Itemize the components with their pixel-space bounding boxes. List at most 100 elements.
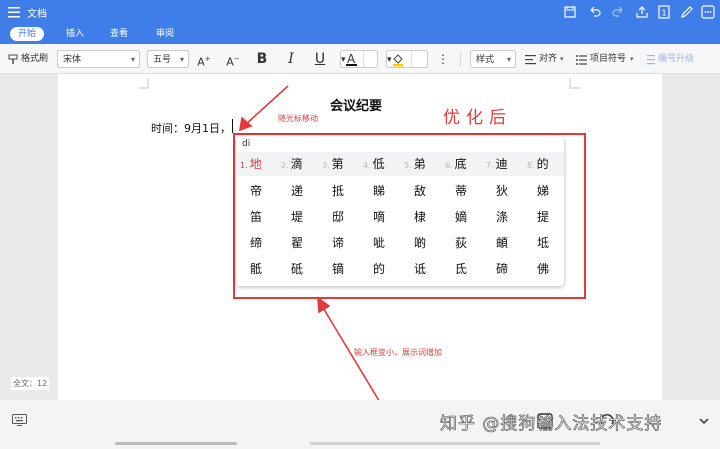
styles-select[interactable]: 样式 ▾ <box>470 50 516 68</box>
candidate-char[interactable]: 涤 <box>496 208 526 226</box>
candidate-char[interactable]: 骶 <box>250 260 280 278</box>
candidate-char[interactable]: 敌 <box>414 182 444 200</box>
more-options-icon[interactable]: ⋮ <box>434 50 452 68</box>
candidate-char[interactable]: 啲 <box>414 234 444 252</box>
collapse-icon[interactable] <box>697 414 711 428</box>
highlight-select[interactable]: ▾ <box>386 50 428 68</box>
shrink-font-button[interactable]: A− <box>224 50 242 69</box>
title-bar: 文档 1 <box>0 0 720 24</box>
app-title: 文档 <box>27 9 47 20</box>
candidate-1[interactable]: 1. 地 <box>240 155 278 173</box>
candidate-8[interactable]: 8. 的 <box>527 155 565 173</box>
candidate-char[interactable]: 呲 <box>373 234 403 252</box>
annotation-follow-cursor: 随光标移动 <box>278 114 318 123</box>
underline-button[interactable]: U <box>311 50 329 68</box>
font-select[interactable]: 宋体 ▾ <box>57 50 140 68</box>
candidate-char[interactable]: 荻 <box>455 234 485 252</box>
edit-icon[interactable] <box>679 4 695 20</box>
candidate-char[interactable]: 嫡 <box>455 208 485 226</box>
candidate-4[interactable]: 4. 低 <box>363 155 401 173</box>
highlight-icon <box>393 54 403 67</box>
candidate-char[interactable]: 堤 <box>291 208 321 226</box>
candidate-3[interactable]: 3. 第 <box>322 155 360 173</box>
candidate-char[interactable]: 邸 <box>332 208 362 226</box>
indent-button[interactable]: 编号升级 <box>658 50 694 68</box>
candidate-char[interactable]: 坻 <box>537 234 567 252</box>
candidate-char[interactable]: 碲 <box>496 260 526 278</box>
ime-candidate-panel: di 1. 地 2. 滴 3. 第 4. 低 5. 弟 6. 底 7. 迪 8. 的帝递抵睇敌蒂狄娣笛堤邸嘀棣… <box>236 136 564 286</box>
candidate-index: 7. <box>486 161 494 170</box>
candidate-char: 地 <box>249 157 262 171</box>
ribbon-tabs: 开始 插入 查看 审阅 <box>0 24 720 44</box>
candidate-char[interactable]: 缔 <box>250 234 280 252</box>
chevron-down-icon: ▾ <box>179 55 184 64</box>
candidate-char: 滴 <box>290 157 303 171</box>
candidate-char[interactable]: 镝 <box>332 260 362 278</box>
font-size-select[interactable]: 五号 ▾ <box>147 50 189 68</box>
candidate-char[interactable]: 頔 <box>496 234 526 252</box>
share-icon[interactable] <box>634 4 650 20</box>
bullets-button[interactable]: 项目符号 <box>590 50 626 68</box>
candidate-char[interactable]: 娣 <box>537 182 567 200</box>
candidate-char[interactable]: 氐 <box>455 260 485 278</box>
grow-font-button[interactable]: A+ <box>195 50 213 69</box>
formatting-toolbar: 格式刷 宋体 ▾ 五号 ▾ A+ A− B I U A ▾ ▾ ⋮ 样式 ▾ 对… <box>0 44 720 74</box>
document-title[interactable]: 会议纪要 <box>330 95 382 114</box>
text-cursor <box>232 119 233 133</box>
chevron-down-icon: ▾ <box>630 55 634 63</box>
candidate-char[interactable]: 蒂 <box>455 182 485 200</box>
font-value: 宋体 <box>63 55 82 65</box>
align-button[interactable]: 对齐 <box>539 50 557 68</box>
italic-button[interactable]: I <box>282 50 300 68</box>
tab-review[interactable]: 审阅 <box>156 27 174 41</box>
candidate-char[interactable]: 帝 <box>250 182 280 200</box>
chevron-down-icon: ▾ <box>506 55 511 64</box>
candidate-char[interactable]: 递 <box>291 182 321 200</box>
candidate-index: 8. <box>527 161 535 170</box>
candidate-char[interactable]: 睇 <box>373 182 403 200</box>
candidate-char[interactable]: 提 <box>537 208 567 226</box>
candidate-6[interactable]: 6. 底 <box>445 155 483 173</box>
redo-icon[interactable] <box>610 4 626 20</box>
candidate-char: 迪 <box>495 157 508 171</box>
candidate-char[interactable]: 诋 <box>414 260 444 278</box>
margin-mark-left <box>138 78 149 89</box>
more-icon[interactable] <box>700 4 716 20</box>
keyboard-icon[interactable] <box>12 414 27 426</box>
candidate-char[interactable]: 佛 <box>537 260 567 278</box>
candidate-char[interactable]: 砥 <box>291 260 321 278</box>
format-painter-icon <box>8 54 18 64</box>
scroll-indicator <box>310 442 600 445</box>
candidate-char: 底 <box>454 157 467 171</box>
candidate-index: 1. <box>240 161 248 170</box>
tab-home[interactable]: 开始 <box>10 27 45 41</box>
font-color-swatch <box>346 64 357 66</box>
watermark-text: 知乎 @搜狗输入法技术支持 <box>440 414 663 435</box>
candidate-char[interactable]: 笛 <box>250 208 280 226</box>
bullet-list-icon <box>576 55 587 65</box>
document-time-line[interactable]: 时间：9月1日， <box>151 120 231 136</box>
bold-button[interactable]: B <box>253 50 271 68</box>
candidate-7[interactable]: 7. 迪 <box>486 155 524 173</box>
candidate-char[interactable]: 棣 <box>414 208 444 226</box>
undo-icon[interactable] <box>587 4 603 20</box>
candidate-char[interactable]: 的 <box>373 260 403 278</box>
format-painter-button[interactable]: 格式刷 <box>21 50 48 68</box>
candidate-5[interactable]: 5. 弟 <box>404 155 442 173</box>
word-count: 全文：12 <box>11 377 50 390</box>
candidate-char[interactable]: 狄 <box>496 182 526 200</box>
styles-label: 样式 <box>476 55 495 65</box>
menu-icon[interactable] <box>8 4 22 20</box>
candidate-char[interactable]: 嘀 <box>373 208 403 226</box>
candidate-2[interactable]: 2. 滴 <box>281 155 319 173</box>
candidate-char: 的 <box>536 157 549 171</box>
font-color-select[interactable]: A ▾ <box>340 50 378 68</box>
candidate-index: 3. <box>322 161 330 170</box>
page-count-icon[interactable]: 1 <box>656 4 672 20</box>
candidate-char[interactable]: 翟 <box>291 234 321 252</box>
save-icon[interactable] <box>562 4 578 20</box>
tab-insert[interactable]: 插入 <box>66 27 84 41</box>
candidate-char[interactable]: 抵 <box>332 182 362 200</box>
tab-view[interactable]: 查看 <box>110 27 128 41</box>
candidate-char[interactable]: 谛 <box>332 234 362 252</box>
